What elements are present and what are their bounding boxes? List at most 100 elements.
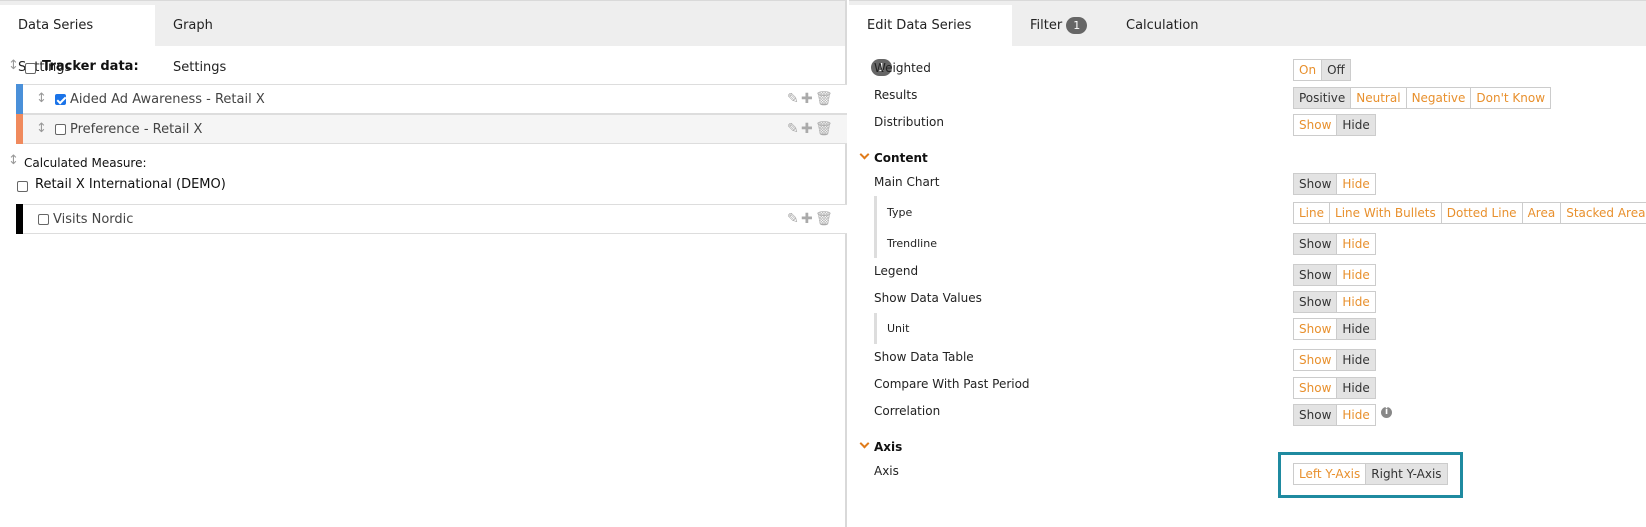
edit-icon[interactable]: ✎ bbox=[787, 91, 801, 107]
toggle-option[interactable]: Right Y-Axis bbox=[1366, 464, 1447, 484]
show-data-table-label: Show Data Table bbox=[874, 350, 974, 364]
show-data-values-toggle: Show Hide bbox=[1293, 291, 1376, 313]
main-chart-toggle: Show Hide bbox=[1293, 173, 1376, 195]
row-actions: ✎✚🗑 bbox=[787, 211, 833, 227]
info-icon[interactable]: i bbox=[1381, 407, 1392, 418]
series-color-bar bbox=[16, 114, 23, 144]
series-row-preference[interactable]: ↕ Preference - Retail X ✎✚🗑 bbox=[16, 114, 847, 144]
toggle-option[interactable]: Show bbox=[1294, 174, 1338, 194]
series-row-visits-nordic[interactable]: Visits Nordic ✎✚🗑 bbox=[16, 204, 847, 234]
toggle-option[interactable]: Hide bbox=[1337, 319, 1375, 339]
axis-section-title[interactable]: Axis bbox=[874, 440, 902, 454]
toggle-option[interactable]: Hide bbox=[1337, 292, 1375, 312]
calculated-group-name: Retail X International (DEMO) bbox=[35, 177, 226, 192]
indent-line bbox=[874, 313, 877, 344]
correlation-label: Correlation bbox=[874, 404, 941, 418]
add-icon[interactable]: ✚ bbox=[801, 121, 815, 137]
tab-edit-data-series[interactable]: Edit Data Series1 bbox=[849, 5, 1012, 76]
type-label: Type bbox=[887, 206, 913, 219]
weighted-toggle: On Off bbox=[1293, 59, 1351, 81]
delete-icon[interactable]: 🗑 bbox=[815, 211, 833, 227]
toggle-option[interactable]: Line bbox=[1294, 203, 1331, 223]
toggle-option[interactable]: Show bbox=[1294, 265, 1338, 285]
toggle-option[interactable]: Show bbox=[1294, 350, 1338, 370]
toggle-option[interactable]: Show bbox=[1294, 378, 1338, 398]
tab-graph-settings[interactable]: Graph Settings bbox=[155, 5, 275, 75]
series-label: Visits Nordic bbox=[53, 212, 134, 227]
trendline-toggle: Show Hide bbox=[1293, 233, 1376, 255]
add-icon[interactable]: ✚ bbox=[801, 211, 815, 227]
toggle-option[interactable]: Show bbox=[1294, 319, 1338, 339]
indent-line bbox=[874, 196, 877, 258]
compare-past-period-toggle: Show Hide bbox=[1293, 377, 1376, 399]
delete-icon[interactable]: 🗑 bbox=[815, 121, 833, 137]
tab-filter[interactable]: Filter 1 bbox=[1012, 5, 1105, 47]
toggle-option[interactable]: Stacked Area bbox=[1561, 203, 1646, 223]
toggle-option[interactable]: Show bbox=[1294, 234, 1338, 254]
data-series-pane: Data Series Settings Graph Settings ↕ Tr… bbox=[0, 0, 847, 527]
toggle-option[interactable]: Off bbox=[1322, 60, 1350, 80]
drag-handle-icon[interactable]: ↕ bbox=[36, 122, 47, 136]
toggle-option[interactable]: Hide bbox=[1337, 174, 1375, 194]
toggle-option[interactable]: Show bbox=[1294, 115, 1338, 135]
series-checkbox[interactable] bbox=[55, 94, 66, 105]
toggle-option[interactable]: Show bbox=[1294, 292, 1338, 312]
row-actions: ✎✚🗑 bbox=[787, 121, 833, 137]
show-data-table-toggle: Show Hide bbox=[1293, 349, 1376, 371]
toggle-option[interactable]: Hide bbox=[1337, 234, 1375, 254]
toggle-option[interactable]: On bbox=[1294, 60, 1323, 80]
correlation-toggle: Show Hide bbox=[1293, 404, 1376, 426]
axis-toggle: Left Y-Axis Right Y-Axis bbox=[1293, 463, 1448, 485]
toggle-option[interactable]: Hide bbox=[1337, 378, 1375, 398]
toggle-option[interactable]: Dotted Line bbox=[1441, 203, 1523, 223]
toggle-option[interactable]: Show bbox=[1294, 405, 1338, 425]
toggle-option[interactable]: Area bbox=[1522, 203, 1562, 223]
series-label: Preference - Retail X bbox=[70, 122, 203, 137]
trendline-label: Trendline bbox=[887, 237, 937, 250]
chart-type-toggle: Line Line With Bullets Dotted Line Area Stac… bbox=[1293, 202, 1646, 224]
tab-data-series-settings[interactable]: Data Series Settings bbox=[0, 5, 155, 75]
tracker-group-checkbox[interactable] bbox=[25, 63, 36, 74]
calculated-group-checkbox[interactable] bbox=[17, 181, 28, 192]
delete-icon[interactable]: 🗑 bbox=[815, 91, 833, 107]
toggle-option[interactable]: Hide bbox=[1337, 405, 1375, 425]
left-tab-bar: Data Series Settings Graph Settings bbox=[0, 0, 845, 75]
edit-series-pane: Edit Data Series1 Filter 1 Calculation bbox=[849, 0, 1646, 527]
row-actions: ✎✚🗑 bbox=[787, 91, 833, 107]
axis-label: Axis bbox=[874, 464, 899, 478]
toggle-option[interactable]: Line With Bullets bbox=[1330, 203, 1442, 223]
distribution-label: Distribution bbox=[874, 115, 945, 129]
series-checkbox[interactable] bbox=[55, 124, 66, 135]
toggle-option[interactable]: Left Y-Axis bbox=[1294, 464, 1367, 484]
right-tab-bar: Edit Data Series1 Filter 1 Calculation bbox=[849, 0, 1646, 76]
toggle-option[interactable]: Don't Know bbox=[1471, 88, 1551, 108]
edit-icon[interactable]: ✎ bbox=[787, 211, 801, 227]
legend-toggle: Show Hide bbox=[1293, 264, 1376, 286]
content-section-title[interactable]: Content bbox=[874, 151, 928, 165]
toggle-option[interactable]: Hide bbox=[1337, 265, 1375, 285]
drag-handle-icon[interactable]: ↕ bbox=[8, 59, 19, 73]
calculated-group-title: Calculated Measure: bbox=[24, 156, 147, 170]
compare-past-period-label: Compare With Past Period bbox=[874, 377, 1030, 391]
toggle-option[interactable]: Neutral bbox=[1351, 88, 1407, 108]
series-color-bar bbox=[16, 84, 23, 114]
series-color-bar bbox=[16, 204, 23, 234]
series-row-aided-awareness[interactable]: ↕ Aided Ad Awareness - Retail X ✎✚🗑 bbox=[16, 84, 847, 114]
toggle-option[interactable]: Negative bbox=[1406, 88, 1472, 108]
drag-handle-icon[interactable]: ↕ bbox=[8, 154, 19, 168]
add-icon[interactable]: ✚ bbox=[801, 91, 815, 107]
results-label: Results bbox=[874, 88, 918, 102]
edit-icon[interactable]: ✎ bbox=[787, 121, 801, 137]
distribution-toggle: Show Hide bbox=[1293, 114, 1376, 136]
toggle-option[interactable]: Hide bbox=[1337, 115, 1375, 135]
drag-handle-icon[interactable]: ↕ bbox=[36, 92, 47, 106]
weighted-label: Weighted bbox=[874, 61, 931, 75]
main-chart-label: Main Chart bbox=[874, 175, 940, 189]
series-checkbox[interactable] bbox=[38, 214, 49, 225]
tab-calculation[interactable]: Calculation bbox=[1108, 5, 1217, 47]
show-data-values-label: Show Data Values bbox=[874, 291, 982, 305]
tracker-group-title: Tracker data: bbox=[42, 59, 139, 74]
count-badge: 1 bbox=[1066, 17, 1088, 34]
toggle-option[interactable]: Positive bbox=[1294, 88, 1352, 108]
toggle-option[interactable]: Hide bbox=[1337, 350, 1375, 370]
